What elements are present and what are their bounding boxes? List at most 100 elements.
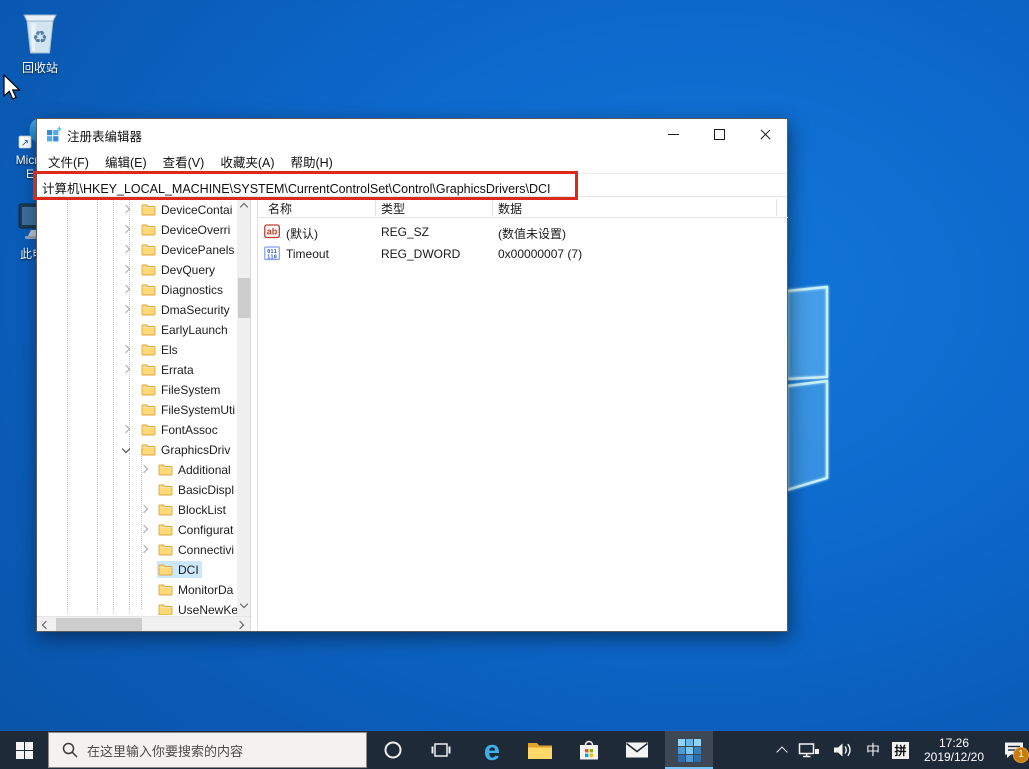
column-separator[interactable] bbox=[492, 199, 493, 216]
expand-arrow-icon[interactable] bbox=[121, 304, 131, 314]
volume-icon[interactable] bbox=[832, 741, 854, 759]
ime-language-indicator[interactable]: 中 bbox=[866, 740, 880, 760]
tree-item-FileSystemUti[interactable]: FileSystemUti bbox=[37, 399, 237, 419]
tree-item-Additional[interactable]: Additional bbox=[37, 459, 237, 479]
tree-node[interactable]: UseNewKe bbox=[157, 601, 237, 615]
tree-item-FontAssoc[interactable]: FontAssoc bbox=[37, 419, 237, 439]
tree-node[interactable]: DevQuery bbox=[140, 261, 218, 278]
expand-arrow-icon[interactable] bbox=[121, 264, 131, 274]
tree-node[interactable]: DevicePanels bbox=[140, 241, 237, 258]
taskbar-search-box[interactable]: 在这里输入你要搜索的内容 bbox=[48, 732, 367, 768]
column-separator[interactable] bbox=[375, 199, 376, 216]
expand-arrow-icon[interactable] bbox=[121, 284, 131, 294]
expand-arrow-icon[interactable] bbox=[139, 464, 149, 474]
taskbar-mail-button[interactable] bbox=[619, 731, 655, 769]
ime-mode-indicator[interactable]: 拼 bbox=[892, 741, 909, 759]
scroll-up-arrow-icon[interactable] bbox=[239, 202, 249, 212]
tree-item-UseNewKe[interactable]: UseNewKe bbox=[37, 599, 237, 615]
scroll-left-arrow-icon[interactable] bbox=[41, 620, 51, 629]
tree-item-DCI[interactable]: DCI bbox=[37, 559, 237, 579]
address-bar[interactable]: 计算机\HKEY_LOCAL_MACHINE\SYSTEM\CurrentCon… bbox=[37, 173, 787, 197]
tree-item-Configurat[interactable]: Configurat bbox=[37, 519, 237, 539]
tree-node[interactable]: DeviceOverri bbox=[140, 221, 233, 238]
title-bar[interactable]: 注册表编辑器 bbox=[37, 119, 787, 149]
menu-item[interactable]: 编辑(E) bbox=[97, 152, 155, 171]
maximize-button[interactable] bbox=[697, 119, 741, 149]
value-row-Timeout[interactable]: 011 110 Timeout REG_DWORD 0x00000007 (7) bbox=[258, 244, 788, 264]
expand-arrow-icon[interactable] bbox=[121, 364, 131, 374]
tree-item-Diagnostics[interactable]: Diagnostics bbox=[37, 279, 237, 299]
action-center-button[interactable]: 1 bbox=[1003, 741, 1029, 763]
tree-item-Els[interactable]: Els bbox=[37, 339, 237, 359]
column-separator[interactable] bbox=[776, 199, 777, 216]
tree-item-DevicePanels[interactable]: DevicePanels bbox=[37, 239, 237, 259]
expand-arrow-icon[interactable] bbox=[139, 544, 149, 554]
tree-vertical-scrollbar[interactable] bbox=[237, 197, 250, 616]
tree-node[interactable]: GraphicsDriv bbox=[140, 441, 233, 458]
menu-item[interactable]: 帮助(H) bbox=[282, 152, 340, 171]
desktop-icon-recycle-bin[interactable]: ♻ 回收站 bbox=[0, 8, 80, 75]
vertical-scroll-thumb[interactable] bbox=[238, 278, 250, 318]
start-button[interactable] bbox=[0, 731, 48, 769]
tree-node[interactable]: Errata bbox=[140, 361, 197, 378]
expand-arrow-icon[interactable] bbox=[121, 224, 131, 234]
tree-node[interactable]: DmaSecurity bbox=[140, 301, 233, 318]
scroll-right-arrow-icon[interactable] bbox=[235, 620, 245, 629]
tree-item-Errata[interactable]: Errata bbox=[37, 359, 237, 379]
expand-arrow-icon[interactable] bbox=[121, 204, 131, 214]
tree-node[interactable]: Connectivi bbox=[157, 541, 237, 558]
tree-node[interactable]: Els bbox=[140, 341, 181, 358]
taskbar-file-explorer-button[interactable] bbox=[522, 731, 558, 769]
expand-arrow-icon[interactable] bbox=[121, 424, 131, 434]
tree-item-Connectivi[interactable]: Connectivi bbox=[37, 539, 237, 559]
menu-item[interactable]: 查看(V) bbox=[155, 152, 213, 171]
cortana-button[interactable] bbox=[375, 731, 411, 769]
tray-expand-chevron-icon[interactable] bbox=[776, 745, 788, 758]
tree-item-GraphicsDriv[interactable]: GraphicsDriv bbox=[37, 439, 237, 459]
task-view-button[interactable] bbox=[423, 731, 459, 769]
taskbar-regedit-button-active[interactable] bbox=[665, 731, 713, 769]
tree-item-DevQuery[interactable]: DevQuery bbox=[37, 259, 237, 279]
folder-icon bbox=[141, 424, 156, 436]
tree-node[interactable]: BlockList bbox=[157, 501, 229, 518]
network-icon[interactable] bbox=[798, 741, 820, 759]
tree-node[interactable]: FileSystemUti bbox=[140, 401, 237, 418]
close-button[interactable] bbox=[743, 119, 787, 149]
tree-node[interactable]: DeviceContai bbox=[140, 201, 235, 218]
tree-node[interactable]: Configurat bbox=[157, 521, 236, 538]
column-header-name[interactable]: 名称 bbox=[268, 200, 292, 217]
collapse-arrow-icon[interactable] bbox=[121, 444, 131, 454]
expand-arrow-icon[interactable] bbox=[121, 244, 131, 254]
tree-node[interactable]: FontAssoc bbox=[140, 421, 221, 438]
tree-node[interactable]: MonitorDa bbox=[157, 581, 236, 598]
tree-item-BlockList[interactable]: BlockList bbox=[37, 499, 237, 519]
tree-item-FileSystem[interactable]: FileSystem bbox=[37, 379, 237, 399]
column-header-type[interactable]: 类型 bbox=[381, 200, 405, 217]
column-header-data[interactable]: 数据 bbox=[498, 200, 522, 217]
expand-arrow-icon[interactable] bbox=[121, 344, 131, 354]
tree-item-MonitorDa[interactable]: MonitorDa bbox=[37, 579, 237, 599]
tree-item-EarlyLaunch[interactable]: EarlyLaunch bbox=[37, 319, 237, 339]
menu-item[interactable]: 文件(F) bbox=[40, 152, 97, 171]
tree-item-DeviceOverri[interactable]: DeviceOverri bbox=[37, 219, 237, 239]
tree-horizontal-scrollbar[interactable] bbox=[37, 616, 250, 631]
tree-node[interactable]: EarlyLaunch bbox=[140, 321, 231, 338]
tree-node[interactable]: Additional bbox=[157, 461, 234, 478]
value-row-(默认)[interactable]: ab (默认) REG_SZ (数值未设置) bbox=[258, 222, 788, 242]
tree-node[interactable]: Diagnostics bbox=[140, 281, 226, 298]
taskbar-clock[interactable]: 17:26 2019/12/20 bbox=[919, 736, 989, 764]
tree-node-selected[interactable]: DCI bbox=[157, 561, 202, 578]
minimize-button[interactable] bbox=[651, 119, 695, 149]
tree-node[interactable]: BasicDispl bbox=[157, 481, 237, 498]
expand-arrow-icon[interactable] bbox=[139, 524, 149, 534]
tree-item-DeviceContai[interactable]: DeviceContai bbox=[37, 199, 237, 219]
tree-item-BasicDispl[interactable]: BasicDispl bbox=[37, 479, 237, 499]
tree-node[interactable]: FileSystem bbox=[140, 381, 223, 398]
menu-item[interactable]: 收藏夹(A) bbox=[212, 152, 282, 171]
taskbar-store-button[interactable] bbox=[571, 731, 607, 769]
tree-item-DmaSecurity[interactable]: DmaSecurity bbox=[37, 299, 237, 319]
taskbar-edge-button[interactable]: e bbox=[474, 731, 510, 769]
scroll-down-arrow-icon[interactable] bbox=[239, 599, 249, 609]
horizontal-scroll-thumb[interactable] bbox=[56, 618, 142, 631]
expand-arrow-icon[interactable] bbox=[139, 504, 149, 514]
